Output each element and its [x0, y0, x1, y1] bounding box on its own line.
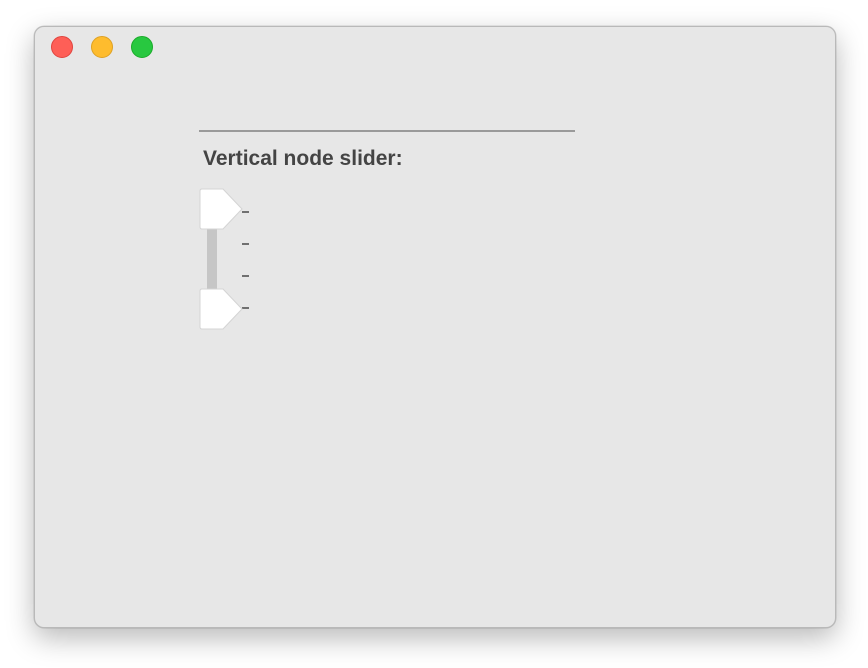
slider-tick [242, 275, 249, 277]
horizontal-separator [199, 130, 575, 132]
slider-tick [242, 307, 249, 309]
slider-thumb-lower[interactable] [199, 288, 243, 330]
slider-thumb-upper[interactable] [199, 188, 243, 230]
minimize-button[interactable] [91, 36, 113, 58]
slider-tick [242, 243, 249, 245]
slider-tick [242, 211, 249, 213]
vertical-node-slider[interactable] [199, 187, 259, 332]
app-window: Vertical node slider: [34, 26, 836, 628]
close-button[interactable] [51, 36, 73, 58]
slider-label: Vertical node slider: [203, 147, 403, 170]
zoom-button[interactable] [131, 36, 153, 58]
